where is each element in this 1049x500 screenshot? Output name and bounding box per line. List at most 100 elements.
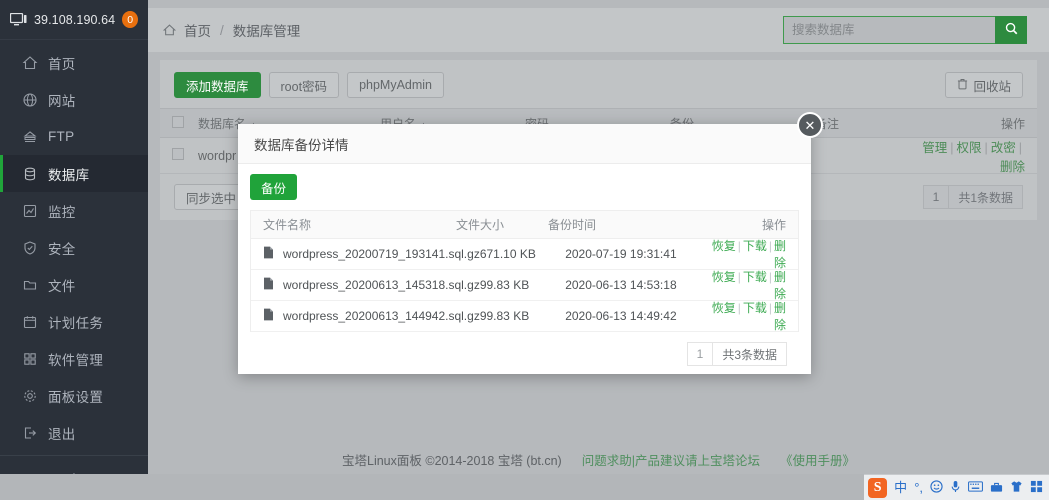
toolbox-icon[interactable] bbox=[990, 481, 1003, 495]
backup-row: wordpress_20200719_193141.sql.gz 671.10 … bbox=[251, 239, 798, 270]
cell-file-name: wordpress_20200613_145318.sql.gz bbox=[263, 277, 480, 293]
download-link[interactable]: 下载 bbox=[743, 301, 767, 315]
sync-selected-button[interactable]: 同步选中 bbox=[174, 184, 249, 210]
sidebar-item-security[interactable]: 安全 bbox=[0, 229, 148, 266]
sidebar-item-files[interactable]: 文件 bbox=[0, 266, 148, 303]
ime-toolbar: S 中 °, bbox=[864, 474, 1049, 500]
sidebar-item-software[interactable]: 软件管理 bbox=[0, 340, 148, 377]
keyboard-icon[interactable] bbox=[968, 481, 983, 494]
change-password-link[interactable]: 改密 bbox=[991, 141, 1016, 155]
chart-icon bbox=[22, 203, 38, 219]
download-link[interactable]: 下载 bbox=[743, 270, 767, 284]
column-note: 备注 bbox=[815, 116, 840, 131]
select-all-checkbox[interactable] bbox=[172, 115, 198, 131]
globe-icon bbox=[22, 92, 38, 108]
backup-row: wordpress_20200613_145318.sql.gz 99.83 K… bbox=[251, 270, 798, 301]
phpmyadmin-button[interactable]: phpMyAdmin bbox=[347, 72, 445, 98]
column-operations: 操作 bbox=[761, 218, 786, 232]
search-button[interactable] bbox=[995, 16, 1027, 44]
sogou-logo-icon[interactable]: S bbox=[868, 477, 888, 498]
server-ip: 39.108.190.64 bbox=[34, 12, 116, 27]
delete-link[interactable]: 删除 bbox=[774, 301, 786, 332]
sidebar-item-label: 文件 bbox=[48, 278, 76, 294]
panel-root: 39.108.190.64 0 首页 网站 FTP 数据库 监控 安全 文件 计… bbox=[0, 0, 1049, 500]
download-link[interactable]: 下载 bbox=[743, 239, 767, 253]
cell-operations: 恢复 | 下载 | 删除 bbox=[711, 301, 787, 332]
manage-link[interactable]: 管理 bbox=[922, 141, 947, 155]
permission-link[interactable]: 权限 bbox=[956, 141, 981, 155]
cell-backup-time: 2020-07-19 19:31:41 bbox=[565, 247, 677, 261]
backup-file-table: 文件名称 文件大小 备份时间 操作 wordpress_20200719_193… bbox=[250, 210, 799, 332]
ime-punctuation-mode[interactable]: °, bbox=[914, 481, 923, 494]
microphone-icon[interactable] bbox=[950, 480, 961, 495]
column-file-size: 文件大小 bbox=[456, 218, 505, 232]
sidebar-item-label: 安全 bbox=[48, 241, 76, 257]
cell-file-name: wordpress_20200719_193141.sql.gz bbox=[263, 246, 480, 262]
manual-link[interactable]: 《使用手册》 bbox=[780, 450, 855, 469]
backup-table-header: 文件名称 文件大小 备份时间 操作 bbox=[251, 211, 798, 239]
add-database-button[interactable]: 添加数据库 bbox=[174, 72, 261, 98]
delete-link[interactable]: 删除 bbox=[774, 239, 786, 270]
row-checkbox[interactable] bbox=[172, 148, 198, 163]
column-file-name: 文件名称 bbox=[263, 218, 312, 232]
delete-link[interactable]: 删除 bbox=[774, 270, 786, 301]
sidebar-item-monitor[interactable]: 监控 bbox=[0, 192, 148, 229]
notification-badge[interactable]: 0 bbox=[122, 11, 138, 28]
cell-file-size: 99.83 KB bbox=[479, 278, 530, 292]
column-operations: 操作 bbox=[1000, 116, 1025, 131]
home-icon bbox=[162, 23, 177, 37]
sidebar-item-label: 退出 bbox=[48, 426, 76, 442]
root-password-button[interactable]: root密码 bbox=[268, 72, 340, 98]
sidebar-item-website[interactable]: 网站 bbox=[0, 81, 148, 118]
restore-link[interactable]: 恢复 bbox=[712, 301, 736, 315]
sidebar-item-label: 首页 bbox=[48, 56, 76, 72]
pagination: 1 共1条数据 bbox=[922, 185, 1023, 209]
cell-operations: 管理 | 权限 | 改密 |删除 bbox=[922, 140, 1025, 174]
logout-icon bbox=[22, 425, 38, 441]
sidebar-item-label: 监控 bbox=[48, 204, 76, 220]
cell-file-name: wordpress_20200613_144942.sql.gz bbox=[263, 308, 480, 324]
server-icon bbox=[22, 129, 38, 145]
grid-icon bbox=[22, 351, 38, 367]
file-icon bbox=[263, 246, 274, 262]
page-number[interactable]: 1 bbox=[686, 342, 714, 366]
file-name-text: wordpress_20200613_144942.sql.gz bbox=[283, 309, 480, 323]
folder-icon bbox=[22, 277, 38, 293]
sidebar-item-label: 软件管理 bbox=[48, 352, 104, 368]
file-icon bbox=[263, 277, 274, 293]
page-number[interactable]: 1 bbox=[922, 185, 950, 209]
search-box bbox=[783, 16, 1027, 44]
restore-link[interactable]: 恢复 bbox=[712, 270, 736, 284]
search-icon bbox=[1004, 21, 1019, 39]
sidebar-item-settings[interactable]: 面板设置 bbox=[0, 377, 148, 414]
recycle-bin-button[interactable]: 回收站 bbox=[945, 72, 1023, 98]
restore-link[interactable]: 恢复 bbox=[712, 239, 736, 253]
forum-link[interactable]: 问题求助|产品建议请上宝塔论坛 bbox=[582, 450, 760, 469]
sidebar-item-database[interactable]: 数据库 bbox=[0, 155, 148, 192]
sidebar-item-logout[interactable]: 退出 bbox=[0, 414, 148, 451]
recycle-bin-label: 回收站 bbox=[973, 79, 1011, 94]
backup-now-button[interactable]: 备份 bbox=[250, 174, 298, 200]
cell-operations: 恢复 | 下载 | 删除 bbox=[711, 239, 787, 270]
sidebar-item-label: 面板设置 bbox=[48, 389, 104, 405]
search-input[interactable] bbox=[783, 16, 995, 44]
apps-icon[interactable] bbox=[1030, 480, 1043, 495]
delete-link[interactable]: 删除 bbox=[1000, 160, 1025, 174]
breadcrumb: 首页 / 数据库管理 bbox=[148, 20, 300, 40]
calendar-icon bbox=[22, 314, 38, 330]
ime-language-mode[interactable]: 中 bbox=[894, 481, 907, 494]
file-name-text: wordpress_20200719_193141.sql.gz bbox=[283, 247, 480, 261]
skin-icon[interactable] bbox=[1010, 480, 1023, 495]
breadcrumb-current: 数据库管理 bbox=[232, 24, 301, 39]
breadcrumb-home[interactable]: 首页 bbox=[184, 20, 211, 40]
cell-backup-time: 2020-06-13 14:53:18 bbox=[565, 278, 677, 292]
sidebar-item-home[interactable]: 首页 bbox=[0, 44, 148, 81]
sidebar-item-ftp[interactable]: FTP bbox=[0, 118, 148, 155]
breadcrumb-separator: / bbox=[220, 22, 224, 38]
monitor-icon bbox=[10, 12, 27, 27]
sidebar-item-crontab[interactable]: 计划任务 bbox=[0, 303, 148, 340]
home-icon bbox=[22, 55, 38, 71]
smiley-icon[interactable] bbox=[930, 480, 943, 495]
close-icon[interactable]: ✕ bbox=[797, 112, 823, 138]
file-icon bbox=[263, 308, 274, 324]
